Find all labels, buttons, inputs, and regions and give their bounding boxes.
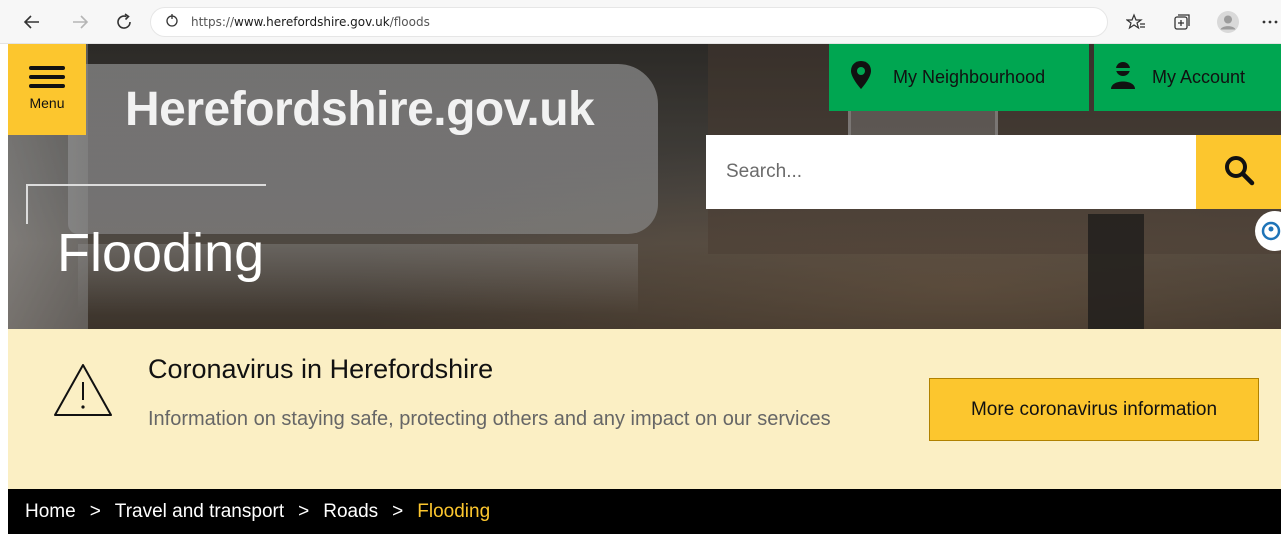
page-title: Flooding [57,223,265,283]
my-neighbourhood-label: My Neighbourhood [893,67,1046,87]
title-frame-top [26,184,266,186]
address-bar[interactable]: https://www.herefordshire.gov.uk/floods [150,7,1108,37]
site-info-icon[interactable] [165,13,179,32]
breadcrumb-travel-and-transport[interactable]: Travel and transport [115,501,284,523]
favorites-icon[interactable] [1124,10,1148,34]
menu-button[interactable]: Menu [8,44,86,135]
breadcrumb: Home > Travel and transport > Roads > Fl… [8,489,1281,534]
refresh-icon[interactable] [112,10,136,34]
title-frame-left [26,184,28,224]
back-arrow-icon[interactable] [20,10,44,34]
url-text: https://www.herefordshire.gov.uk/floods [191,15,430,29]
more-options-icon[interactable] [1258,10,1281,34]
collections-icon[interactable] [1170,10,1194,34]
site-logo[interactable]: Herefordshire.gov.uk [125,82,595,137]
more-coronavirus-info-button[interactable]: More coronavirus information [929,378,1259,441]
search-button[interactable] [1196,135,1281,209]
my-neighbourhood-button[interactable]: My Neighbourhood [829,44,1089,111]
my-account-label: My Account [1152,67,1246,87]
search-input[interactable] [706,135,1196,209]
hamburger-icon [29,66,65,93]
search-icon [1223,154,1255,191]
alert-title: Coronavirus in Herefordshire [148,354,494,384]
profile-avatar-icon[interactable] [1216,10,1240,34]
user-account-icon [1108,60,1138,95]
breadcrumb-separator: > [392,500,404,522]
breadcrumb-current-flooding: Flooding [417,500,491,522]
breadcrumb-separator: > [89,500,101,522]
breadcrumb-separator: > [298,500,310,522]
alert-description: Information on staying safe, protecting … [148,408,831,430]
warning-triangle-icon [52,362,114,423]
menu-label: Menu [29,95,65,111]
forward-arrow-icon[interactable] [68,10,92,34]
browser-toolbar: https://www.herefordshire.gov.uk/floods [0,0,1281,44]
breadcrumb-home[interactable]: Home [25,501,76,523]
location-pin-icon [849,60,873,95]
my-account-button[interactable]: My Account [1094,44,1281,111]
breadcrumb-roads[interactable]: Roads [323,501,378,523]
